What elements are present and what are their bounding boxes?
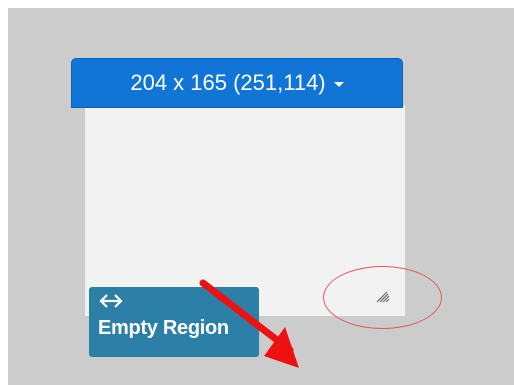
caret-down-icon [333,82,344,87]
region-panel[interactable] [85,106,405,316]
empty-region-label: Empty Region [98,317,229,339]
resize-grip-icon[interactable] [376,291,390,303]
empty-region-badge[interactable]: Empty Region [89,287,259,357]
horizontal-resize-arrows-icon [99,294,123,308]
region-size-label: 204 x 165 (251,114) [130,70,326,95]
region-size-dropdown[interactable]: 204 x 165 (251,114) [71,58,403,108]
